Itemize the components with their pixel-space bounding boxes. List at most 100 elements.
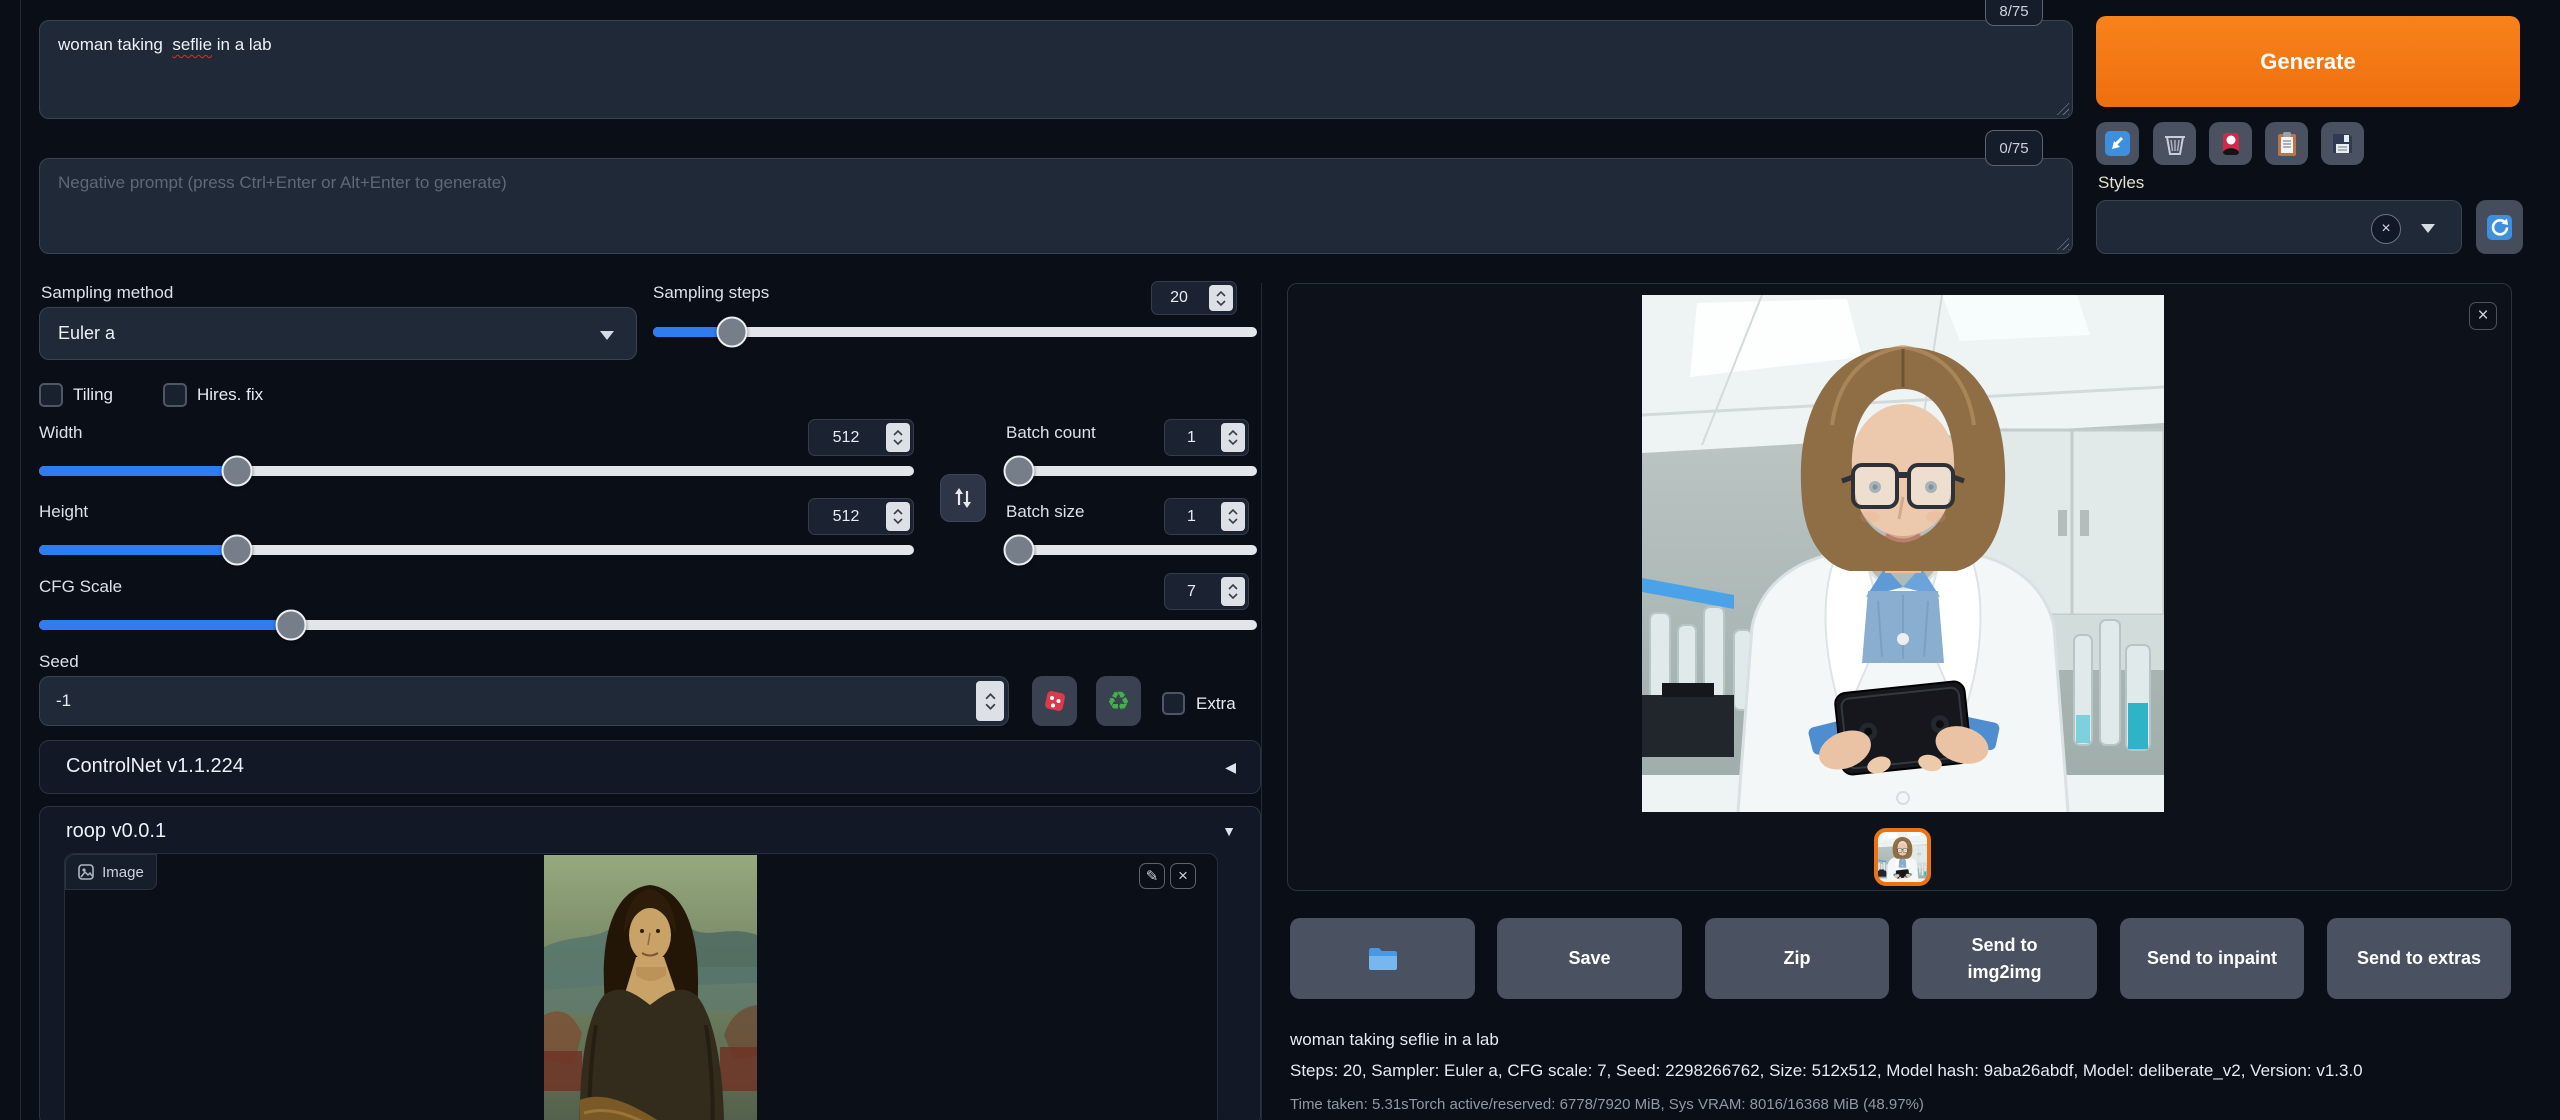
edit-image-button[interactable]: ✎ — [1139, 863, 1165, 889]
random-seed-button[interactable] — [1032, 676, 1077, 726]
image-tab-label: Image — [102, 864, 144, 881]
extra-seed-checkbox[interactable] — [1162, 692, 1185, 715]
sampling-steps-value[interactable] — [1152, 282, 1206, 314]
pencil-icon: ✎ — [1146, 867, 1159, 885]
slider-handle[interactable] — [1003, 456, 1034, 487]
batch-size-slider[interactable] — [1006, 536, 1257, 564]
clear-prompt-button[interactable] — [2153, 122, 2196, 165]
extra-seed-label: Extra — [1196, 694, 1236, 714]
batch-count-input[interactable] — [1164, 419, 1249, 456]
roop-title[interactable]: roop v0.0.1 — [66, 820, 166, 843]
save-style-button[interactable] — [2321, 122, 2364, 165]
sampling-method-label: Sampling method — [41, 283, 173, 303]
accordion-expanded-icon[interactable]: ▼ — [1222, 823, 1236, 839]
paste-generation-params-button[interactable] — [2096, 122, 2139, 165]
height-input[interactable] — [808, 498, 914, 535]
width-slider[interactable] — [39, 457, 914, 485]
reuse-seed-button[interactable]: ♻ — [1096, 676, 1141, 726]
output-params: Steps: 20, Sampler: Euler a, CFG scale: … — [1290, 1061, 2363, 1081]
styles-refresh-button[interactable] — [2476, 200, 2523, 254]
chevron-down-icon — [600, 331, 614, 340]
batch-size-value[interactable] — [1165, 499, 1218, 534]
slider-handle[interactable] — [716, 317, 747, 348]
vram-stats: Torch active/reserved: 6778/7920 MiB, Sy… — [1409, 1096, 1924, 1113]
folder-icon — [1367, 946, 1399, 972]
prompt-textarea[interactable]: woman taking seflie in a lab — [39, 20, 2073, 119]
spinner[interactable] — [886, 502, 910, 531]
extra-networks-button[interactable] — [2209, 122, 2252, 165]
cfg-scale-value[interactable] — [1165, 574, 1218, 609]
flower-card-icon — [2218, 131, 2244, 157]
spinner[interactable] — [1221, 577, 1245, 606]
spinner[interactable] — [976, 681, 1004, 721]
gallery-thumbnail-selected[interactable] — [1874, 828, 1931, 886]
spinner[interactable] — [1209, 285, 1233, 311]
prompt-token-counter: 8/75 — [1985, 0, 2043, 26]
sampling-steps-slider[interactable] — [653, 318, 1257, 346]
output-performance: Time taken: 5.31sTorch active/reserved: … — [1290, 1096, 1924, 1113]
sampling-steps-input[interactable] — [1151, 281, 1237, 315]
thumbnail-image — [1878, 832, 1927, 882]
refresh-icon — [2486, 214, 2513, 241]
prompt-text: woman taking seflie in a lab — [58, 35, 2054, 55]
batch-size-input[interactable] — [1164, 498, 1249, 535]
stable-diffusion-webui: woman taking seflie in a lab 8/75 0/75 G… — [0, 0, 2560, 1120]
negative-prompt-textarea[interactable] — [40, 159, 2072, 253]
seed-input[interactable] — [39, 676, 1009, 726]
width-input[interactable] — [808, 419, 914, 456]
slider-handle[interactable] — [221, 456, 252, 487]
generated-image[interactable] — [1642, 295, 2164, 812]
cfg-scale-label: CFG Scale — [39, 577, 122, 597]
generate-button[interactable]: Generate — [2096, 16, 2520, 107]
height-value[interactable] — [809, 499, 883, 534]
open-folder-button[interactable] — [1290, 918, 1475, 999]
negative-prompt-box — [39, 158, 2073, 254]
send-to-extras-button[interactable]: Send to extras — [2327, 918, 2511, 999]
roop-source-image-mona-lisa — [544, 855, 757, 1120]
cfg-scale-input[interactable] — [1164, 573, 1249, 610]
floppy-disk-icon — [2330, 131, 2355, 156]
slider-handle[interactable] — [221, 535, 252, 566]
sampling-method-select[interactable]: Euler a — [39, 307, 637, 360]
close-gallery-button[interactable]: × — [2469, 302, 2497, 330]
save-button[interactable]: Save — [1497, 918, 1682, 999]
seed-value[interactable] — [40, 677, 972, 725]
remove-image-button[interactable]: × — [1170, 863, 1196, 889]
batch-count-value[interactable] — [1165, 420, 1218, 455]
zip-button[interactable]: Zip — [1705, 918, 1889, 999]
roop-image-dropzone[interactable]: Image ✎ × — [64, 853, 1218, 1120]
swap-width-height-button[interactable] — [940, 474, 986, 522]
send-to-img2img-button[interactable]: Send to img2img — [1912, 918, 2097, 999]
tiling-label: Tiling — [73, 385, 113, 405]
arrow-down-left-icon — [2104, 130, 2131, 157]
batch-count-slider[interactable] — [1006, 457, 1257, 485]
slider-handle[interactable] — [1003, 535, 1034, 566]
image-icon — [78, 864, 94, 880]
slider-handle[interactable] — [276, 610, 307, 641]
cfg-scale-slider[interactable] — [39, 611, 1257, 639]
hires-fix-label: Hires. fix — [197, 385, 263, 405]
chevron-down-icon[interactable] — [2421, 224, 2435, 233]
resize-handle[interactable] — [2055, 101, 2069, 115]
styles-dropdown[interactable]: × — [2096, 200, 2462, 254]
image-tab[interactable]: Image — [65, 854, 157, 890]
controlnet-accordion[interactable]: ControlNet v1.1.224 ◀ — [39, 740, 1261, 794]
column-divider — [1261, 283, 1262, 1120]
batch-count-label: Batch count — [1006, 423, 1096, 443]
spinner[interactable] — [886, 423, 910, 452]
height-slider[interactable] — [39, 536, 914, 564]
apply-styles-button[interactable] — [2265, 122, 2308, 165]
close-icon: × — [1178, 866, 1188, 886]
spinner[interactable] — [1221, 502, 1245, 531]
tiling-checkbox[interactable] — [39, 383, 63, 407]
recycle-icon: ♻ — [1107, 688, 1130, 714]
spinner[interactable] — [1221, 423, 1245, 452]
styles-clear-button[interactable]: × — [2371, 214, 2401, 244]
roop-accordion: roop v0.0.1 ▼ Image ✎ × — [39, 806, 1261, 1120]
hires-fix-checkbox[interactable] — [163, 383, 187, 407]
misspelled-word: seflie — [172, 35, 212, 54]
send-to-inpaint-button[interactable]: Send to inpaint — [2120, 918, 2304, 999]
width-value[interactable] — [809, 420, 883, 455]
sampling-steps-label: Sampling steps — [653, 283, 769, 303]
trash-icon — [2162, 131, 2188, 157]
